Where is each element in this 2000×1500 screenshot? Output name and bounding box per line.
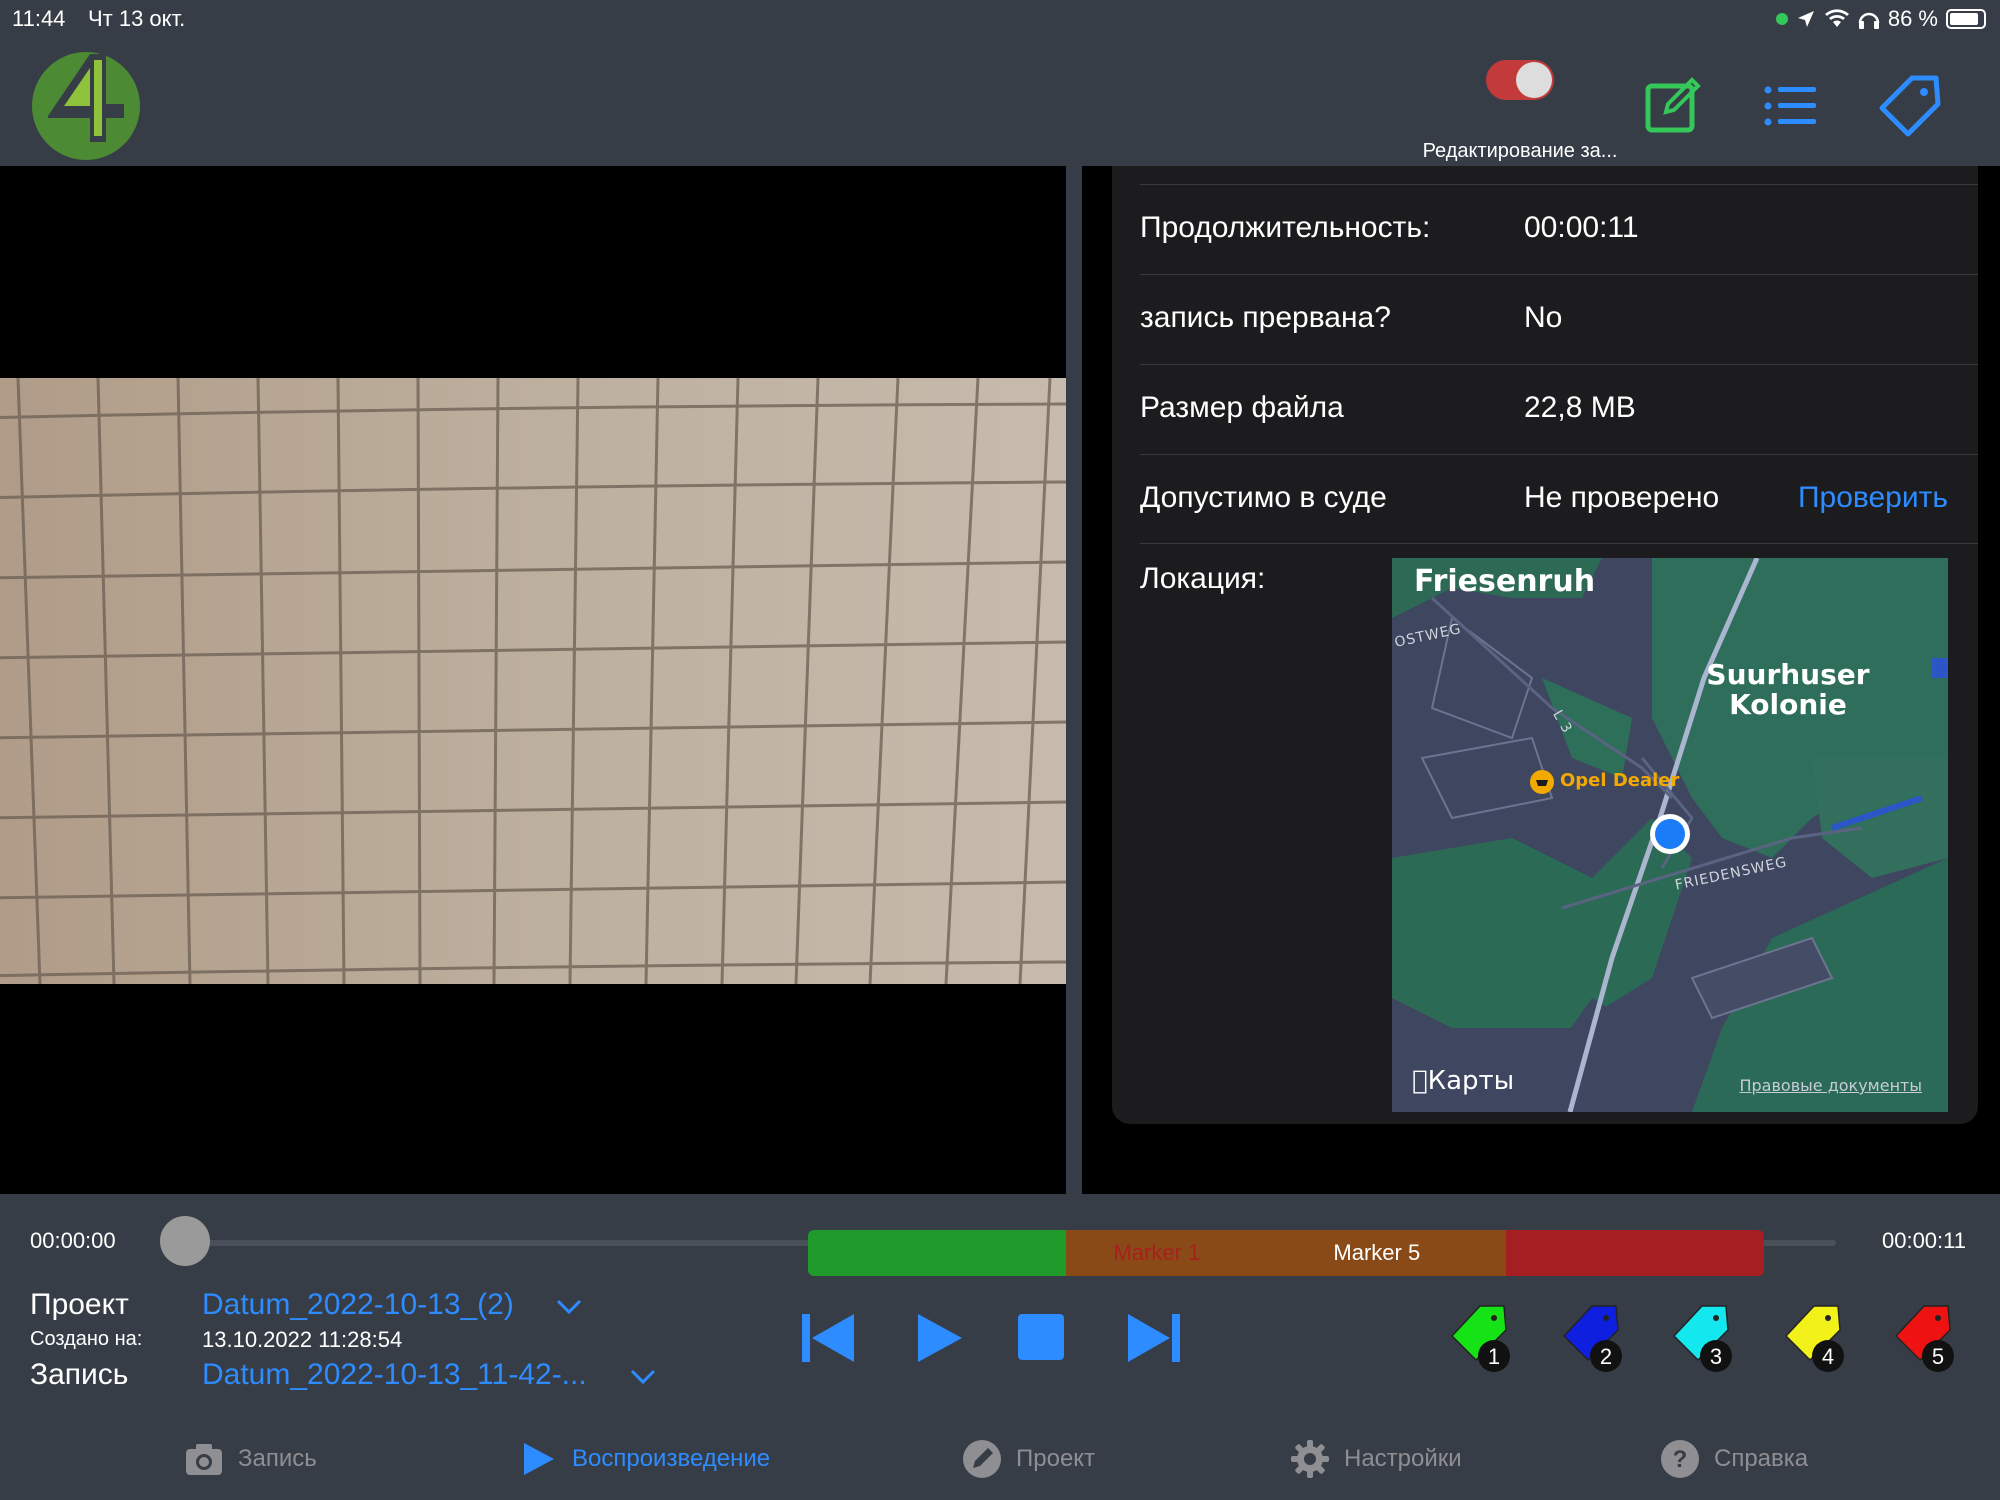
row-value: Не проверено <box>1524 481 1720 514</box>
legal-link[interactable]: Правовые документы <box>1739 1076 1922 1095</box>
location-arrow-icon <box>1797 11 1814 27</box>
time-total: 00:00:11 <box>1881 1228 1966 1253</box>
marker-segment[interactable]: Marker 5 <box>1247 1230 1506 1276</box>
tab-record-label: Запись <box>238 1445 317 1472</box>
status-date: Чт 13 окт. <box>88 6 186 31</box>
details-row-interrupted: запись прервана? No <box>1140 274 1978 364</box>
battery-percent: 86 % <box>1887 6 1938 31</box>
tab-playback-label: Воспроизведение <box>572 1445 771 1472</box>
marker-bar[interactable]: Marker 1 Marker 5 <box>808 1230 1764 1276</box>
split-divider[interactable] <box>1066 166 1082 1194</box>
tab-project-label: Проект <box>1016 1445 1096 1472</box>
toggle-knob <box>1516 62 1552 98</box>
tab-settings[interactable]: Настройки <box>1290 1434 1462 1484</box>
marker-tag-2[interactable]: 2 <box>1558 1302 1628 1374</box>
map-poi-opel[interactable]: Opel Dealer <box>1560 770 1679 791</box>
map-place-suurhuser: Suurhuser Kolonie <box>1706 658 1870 721</box>
marker-tag-number: 2 <box>1600 1344 1612 1369</box>
details-row-court: Допустимо в суде Не проверено Проверить <box>1140 454 1978 544</box>
marker-segment-label: Marker 1 <box>1113 1240 1201 1265</box>
marker-tag-number: 1 <box>1488 1344 1500 1369</box>
marker-segment[interactable]: Marker 1 <box>1066 1230 1248 1276</box>
marker-tag-number: 3 <box>1710 1344 1722 1369</box>
created-label: Создано на: <box>30 1328 143 1350</box>
created-value: 13.10.2022 11:28:54 <box>202 1327 403 1352</box>
wifi-icon <box>1824 9 1849 27</box>
marker-tag-number: 4 <box>1822 1344 1834 1369</box>
marker-tag-5[interactable]: 5 <box>1890 1302 1960 1374</box>
marker-segment[interactable] <box>808 1230 1067 1276</box>
row-key: Допустимо в суде <box>1140 481 1387 514</box>
edit-mode-label: Редактирование за... <box>1422 140 1618 162</box>
row-value: 22,8 MB <box>1524 391 1636 424</box>
top-bar: Редактирование за... <box>0 36 2000 166</box>
skip-forward-icon[interactable] <box>1124 1308 1184 1368</box>
pencil-icon <box>963 1440 1001 1478</box>
details-row-filesize: Размер файла 22,8 MB <box>1140 364 1978 454</box>
app-logo <box>32 52 140 160</box>
video-grid-image <box>0 378 1066 984</box>
details-row-duration: Продолжительность: 00:00:11 <box>1140 184 1978 274</box>
maps-brand: Карты <box>1412 1066 1514 1096</box>
time-current: 00:00:00 <box>30 1228 116 1253</box>
list-icon[interactable] <box>1758 74 1822 138</box>
video-viewport[interactable] <box>0 166 1066 1194</box>
record-value[interactable]: Datum_2022-10-13_11-42-... <box>202 1358 587 1392</box>
edit-mode-toggle-group: Редактирование за... <box>1390 60 1630 162</box>
battery-icon <box>1946 9 1986 29</box>
location-label: Локация: <box>1140 562 1266 595</box>
tab-help[interactable]: ? Справка <box>1660 1434 1808 1484</box>
map-place-friesenruh: Friesenruh <box>1414 564 1596 599</box>
marker-tag-number: 5 <box>1932 1344 1944 1369</box>
timeline-thumb[interactable] <box>160 1216 210 1266</box>
headphones-icon <box>1858 12 1880 29</box>
record-label: Запись <box>30 1358 129 1391</box>
verify-button[interactable]: Проверить <box>1798 481 1948 515</box>
svg-text:?: ? <box>1673 1446 1688 1473</box>
status-time: 11:44 <box>12 6 66 31</box>
play-icon[interactable] <box>908 1308 968 1368</box>
map-canvas <box>1392 558 1948 1112</box>
location-map[interactable]: Friesenruh Suurhuser Kolonie OSTWEG L 3 … <box>1392 558 1948 1112</box>
play-icon <box>524 1443 554 1475</box>
status-bar: 11:44 Чт 13 окт. 86 % <box>0 0 2000 36</box>
skip-back-icon[interactable] <box>798 1308 858 1368</box>
tag-icon[interactable] <box>1878 74 1942 138</box>
maps-brand-text: Карты <box>1412 1066 1515 1096</box>
marker-tag-3[interactable]: 3 <box>1668 1302 1738 1374</box>
help-icon: ? <box>1661 1440 1699 1478</box>
tab-help-label: Справка <box>1714 1445 1809 1472</box>
video-frame <box>0 378 1066 984</box>
privacy-dot-icon <box>1775 13 1788 25</box>
details-panel: Продолжительность: 00:00:11 запись прерв… <box>1082 166 2000 1194</box>
chevron-down-icon[interactable] <box>554 1292 584 1322</box>
marker-tag-1[interactable]: 1 <box>1446 1302 1516 1374</box>
tab-record[interactable]: Запись <box>184 1434 317 1484</box>
playback-controls: 00:00:00 Marker 1 Marker 5 00:00:11 Проек… <box>0 1194 2000 1500</box>
row-key: Размер файла <box>1140 391 1344 424</box>
stop-icon[interactable] <box>1012 1308 1072 1368</box>
row-value: 00:00:11 <box>1524 211 1639 244</box>
camera-icon <box>186 1444 222 1475</box>
tab-project[interactable]: Проект <box>962 1434 1095 1484</box>
tab-settings-label: Настройки <box>1344 1445 1462 1472</box>
project-label: Проект <box>30 1288 129 1321</box>
status-indicators: 86 % <box>1775 6 1986 32</box>
edit-mode-toggle[interactable] <box>1486 60 1554 100</box>
edit-icon[interactable] <box>1640 74 1704 138</box>
row-key: запись прервана? <box>1140 301 1391 334</box>
marker-tag-4[interactable]: 4 <box>1780 1302 1850 1374</box>
gear-icon <box>1291 1440 1329 1478</box>
row-key: Продолжительность: <box>1140 211 1431 244</box>
marker-segment-label: Marker 5 <box>1333 1240 1421 1265</box>
row-value: No <box>1524 301 1563 334</box>
tab-playback[interactable]: Воспроизведение <box>518 1434 770 1484</box>
project-value[interactable]: Datum_2022-10-13_(2) <box>202 1288 514 1322</box>
marker-segment[interactable] <box>1505 1230 1764 1276</box>
chevron-down-icon[interactable] <box>628 1362 658 1392</box>
